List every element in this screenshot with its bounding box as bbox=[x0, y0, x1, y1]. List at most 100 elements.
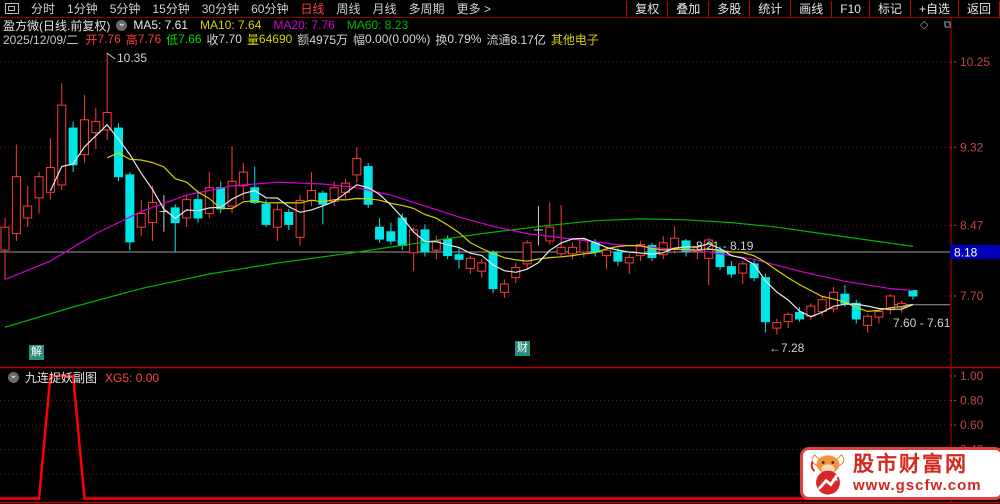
quote-segment: 量 bbox=[246, 32, 259, 47]
menubar: 分时 1分钟 5分钟 15分钟 30分钟 60分钟 日线 周线 月线 多周期 更多 > 复权 叠加 多股… bbox=[0, 0, 1000, 18]
candle-body bbox=[499, 283, 509, 293]
candle-body bbox=[295, 200, 305, 238]
quote-bar: 2025/12/09/二开 7.76 高 7.76 低 7.66 收 7.70 量 64690 额 4… bbox=[0, 32, 1000, 47]
candle-body bbox=[386, 231, 396, 242]
quote-segment: 7.70 bbox=[218, 32, 242, 46]
candle-body bbox=[409, 229, 419, 254]
price-annotation: ←7.28 bbox=[769, 341, 805, 355]
candle-body bbox=[488, 251, 498, 290]
sub-axis-label: 0.60 bbox=[960, 418, 984, 432]
candle-body bbox=[318, 192, 328, 205]
ma-line bbox=[49, 123, 914, 318]
candle-body bbox=[738, 263, 748, 274]
quote-segment: 收 bbox=[206, 32, 219, 47]
period-tab-6[interactable]: 60分钟 bbox=[245, 0, 294, 17]
period-tab-5[interactable]: 30分钟 bbox=[196, 0, 245, 17]
period-tab-3[interactable]: 5分钟 bbox=[104, 0, 147, 17]
y-axis-label: 7.70 bbox=[960, 289, 984, 303]
toolbar-button-2[interactable]: 叠加 bbox=[667, 0, 708, 17]
quote-segment: 其他电子 bbox=[550, 32, 599, 47]
logo-url: www.gscfw.com bbox=[853, 477, 982, 494]
candle-body bbox=[125, 174, 135, 243]
watermark-tag: 解 bbox=[29, 345, 44, 360]
toolbar-button-9[interactable]: 返回 bbox=[957, 0, 1000, 17]
candle-body bbox=[23, 205, 33, 219]
candle-body bbox=[749, 263, 759, 279]
period-tab-9[interactable]: 月线 bbox=[367, 0, 403, 17]
candle-body bbox=[11, 176, 21, 235]
quote-segment: 7.76 bbox=[97, 32, 121, 46]
candle-body bbox=[352, 157, 362, 176]
quote-segment: 0.00(0.00%) bbox=[365, 32, 431, 46]
candle-body bbox=[227, 180, 237, 207]
candle-body bbox=[477, 262, 487, 272]
candle-body bbox=[465, 257, 475, 269]
sub-axis-label: 1.00 bbox=[960, 369, 984, 383]
candle-body bbox=[306, 189, 316, 202]
panel-corner-icons[interactable]: ◇ ⧉ bbox=[920, 18, 957, 32]
candle-body bbox=[261, 203, 271, 225]
sub-indicator-value: XG5: 0.00 bbox=[105, 370, 160, 385]
toolbar-button-6[interactable]: F10 bbox=[831, 0, 869, 17]
period-tab-7[interactable]: 日线 bbox=[294, 0, 330, 17]
ma-line bbox=[4, 181, 914, 292]
period-tab-11[interactable]: 更多 > bbox=[451, 0, 497, 17]
quote-segment: 低 bbox=[166, 32, 179, 47]
quote-segment: 流通 bbox=[486, 32, 511, 47]
candle-body bbox=[148, 201, 158, 224]
period-tab-4[interactable]: 15分钟 bbox=[146, 0, 195, 17]
quote-segment: 0.79% bbox=[447, 32, 482, 46]
candle-body bbox=[863, 315, 873, 326]
candle-body bbox=[182, 199, 192, 219]
y-axis-label: 8.47 bbox=[960, 218, 984, 232]
candle-body bbox=[238, 171, 248, 187]
sub-indicator-title: ⌄ 九连捉妖副图 XG5: 0.00 bbox=[2, 369, 159, 386]
ma-line bbox=[106, 152, 914, 313]
candle-body bbox=[397, 217, 407, 247]
period-tab-2[interactable]: 1分钟 bbox=[61, 0, 104, 17]
quote-segment: 换 bbox=[435, 32, 448, 47]
candlestick-chart[interactable]: 10.259.328.477.701.000.800.600.400.2010.… bbox=[0, 0, 1000, 504]
sub-axis-label: 0.80 bbox=[960, 394, 984, 408]
toolbar-button-5[interactable]: 画线 bbox=[790, 0, 831, 17]
candle-body bbox=[454, 254, 464, 260]
candle-body bbox=[772, 322, 782, 329]
quote-segment: 幅 bbox=[353, 32, 366, 47]
candle-body bbox=[170, 207, 180, 224]
toolbar-button-3[interactable]: 多股 bbox=[708, 0, 749, 17]
toolbar-button-7[interactable]: 标记 bbox=[868, 0, 910, 17]
quote-segment: 高 bbox=[125, 32, 138, 47]
candle-body bbox=[136, 212, 146, 228]
quote-segment: 额 bbox=[297, 32, 310, 47]
candle-body bbox=[579, 239, 589, 253]
candle-body bbox=[45, 167, 55, 193]
candle-body bbox=[545, 226, 555, 242]
bull-icon bbox=[810, 453, 845, 495]
period-tab-1[interactable]: 分时 bbox=[25, 0, 61, 17]
quote-segment: 64690 bbox=[258, 32, 293, 46]
quote-segment: 2025/12/09/二 bbox=[3, 32, 79, 47]
toolbar-button-1[interactable]: 复权 bbox=[626, 0, 667, 17]
candle-body bbox=[874, 311, 884, 318]
logo-title: 股市财富网 bbox=[853, 453, 968, 476]
price-annotation: 8.21 - 8.19 bbox=[696, 239, 754, 253]
candle-body bbox=[272, 209, 282, 228]
toolbar-button-4[interactable]: 统计 bbox=[749, 0, 790, 17]
candle-body bbox=[670, 237, 680, 249]
period-tab-8[interactable]: 周线 bbox=[330, 0, 366, 17]
toolbar-button-8[interactable]: +自选 bbox=[909, 0, 958, 17]
chevron-down-icon[interactable]: ⌄ bbox=[8, 371, 19, 383]
quote-segment: 8.17亿 bbox=[510, 32, 546, 47]
candle-body bbox=[817, 299, 827, 313]
candle-body bbox=[193, 199, 203, 219]
chevron-down-icon[interactable]: ⌄ bbox=[116, 18, 128, 31]
price-annotation: 10.35 bbox=[117, 51, 147, 65]
toolbar-right: 复权 叠加 多股 统计 画线 F10 标记 +自选 返回 bbox=[626, 0, 1000, 17]
window-icon[interactable] bbox=[5, 3, 19, 14]
price-badge-text: 8.18 bbox=[954, 245, 978, 259]
period-tab-10[interactable]: 多周期 bbox=[403, 0, 451, 17]
quote-segment: 7.76 bbox=[137, 32, 162, 46]
sub-indicator-name: 九连捉妖副图 bbox=[25, 371, 98, 385]
quote-segment: 7.66 bbox=[178, 32, 202, 46]
period-menu: 分时 1分钟 5分钟 15分钟 30分钟 60分钟 日线 周线 月线 多周期 更多 > bbox=[25, 0, 497, 17]
